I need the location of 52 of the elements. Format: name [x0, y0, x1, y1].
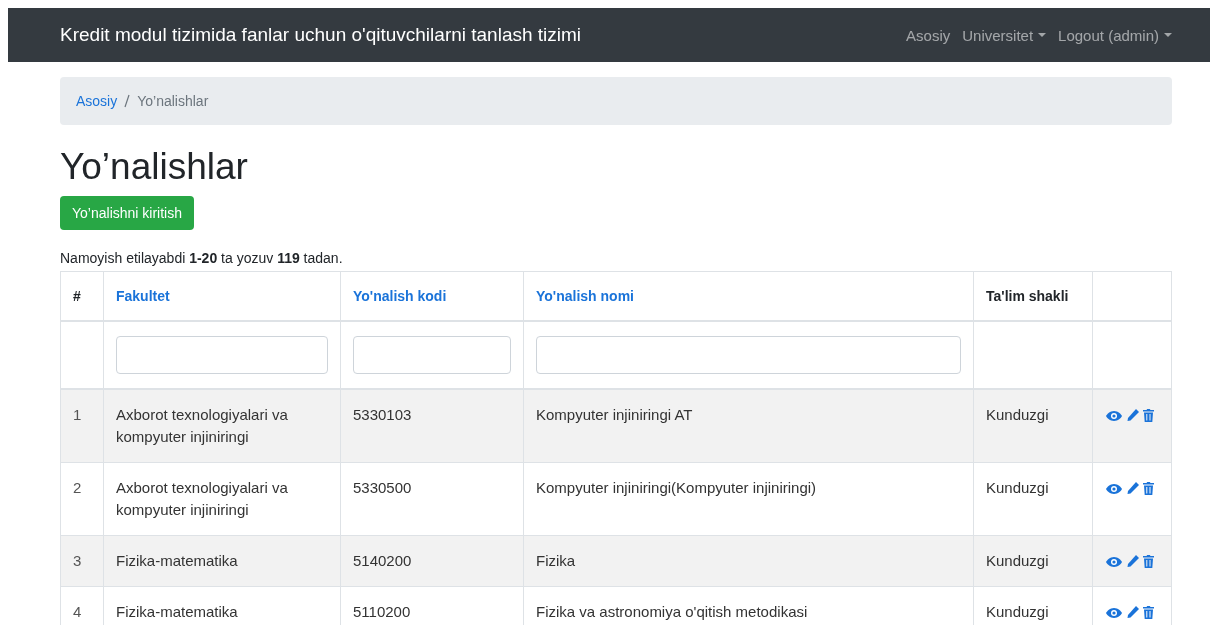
code-cell: 5330500 [353, 478, 412, 496]
sort-link[interactable]: Fakultet [103, 271, 341, 321]
view-icon[interactable] [1105, 554, 1123, 569]
view-icon[interactable] [1105, 408, 1123, 423]
row-number: 3 [73, 551, 82, 569]
breadcrumb-link[interactable]: Asosiy [76, 93, 118, 109]
row-number: 1 [73, 405, 82, 423]
name-cell: Kompyuter injiniringi(Kompyuter injiniringi) [536, 478, 817, 496]
navbar-brand[interactable]: Kredit modul tizimida fanlar uchun o'qituvchilarni tanlash tizimi [60, 24, 582, 46]
caret-icon [1038, 33, 1047, 37]
column-header: Ta'lim shakli [973, 271, 1093, 321]
filter-field[interactable] [116, 335, 328, 374]
nav-link[interactable]: Asosiy [906, 26, 951, 44]
faculty-cell: Fizika-matematika [116, 551, 238, 569]
form-cell: Kunduzgi [986, 478, 1049, 496]
delete-icon[interactable] [1142, 408, 1155, 424]
delete-icon[interactable] [1142, 481, 1155, 497]
code-cell: 5110200 [353, 602, 411, 620]
faculty-cell: Axborot texnologiyalari va kompyuter injiniringi [116, 405, 288, 445]
name-cell: Fizika [536, 551, 576, 569]
page-title: Yo’nalishlar [60, 147, 249, 188]
edit-icon[interactable] [1125, 605, 1140, 621]
name-cell: Kompyuter injiniringi AT [536, 405, 693, 423]
create-button[interactable]: Yo’nalishni kiritish [60, 195, 194, 230]
view-icon[interactable] [1105, 481, 1123, 496]
caret-icon [1164, 33, 1172, 37]
summary-text: Namoyish etilayabdi 1-20 ta yozuv 119 tadan. [60, 249, 344, 266]
row-number: 4 [73, 602, 82, 620]
code-cell: 5140200 [353, 551, 412, 569]
form-cell: Kunduzgi [986, 405, 1049, 423]
filter-field[interactable] [536, 335, 961, 374]
nav-link[interactable]: Logout (admin) [1058, 26, 1172, 44]
breadcrumb-separator-icon [124, 94, 131, 108]
sort-link[interactable]: Yo'nalish nomi [523, 271, 974, 321]
faculty-cell: Axborot texnologiyalari va kompyuter injiniringi [116, 478, 288, 518]
form-cell: Kunduzgi [986, 551, 1049, 569]
edit-icon[interactable] [1125, 408, 1140, 424]
view-icon[interactable] [1105, 605, 1123, 620]
nav-link[interactable]: Universitet [962, 26, 1047, 44]
filter-field[interactable] [353, 335, 511, 374]
column-header: # [60, 271, 104, 321]
edit-icon[interactable] [1125, 554, 1140, 570]
edit-icon[interactable] [1125, 481, 1140, 497]
delete-icon[interactable] [1142, 605, 1155, 621]
delete-icon[interactable] [1142, 554, 1155, 570]
form-cell: Kunduzgi [986, 602, 1049, 620]
row-number: 2 [73, 478, 82, 496]
sort-link[interactable]: Yo'nalish kodi [340, 271, 524, 321]
breadcrumb-current: Yo’nalishlar [137, 93, 209, 109]
faculty-cell: Fizika-matematika [116, 602, 238, 620]
name-cell: Fizika va astronomiya o'qitish metodikasi [536, 602, 808, 620]
code-cell: 5330103 [353, 405, 412, 423]
